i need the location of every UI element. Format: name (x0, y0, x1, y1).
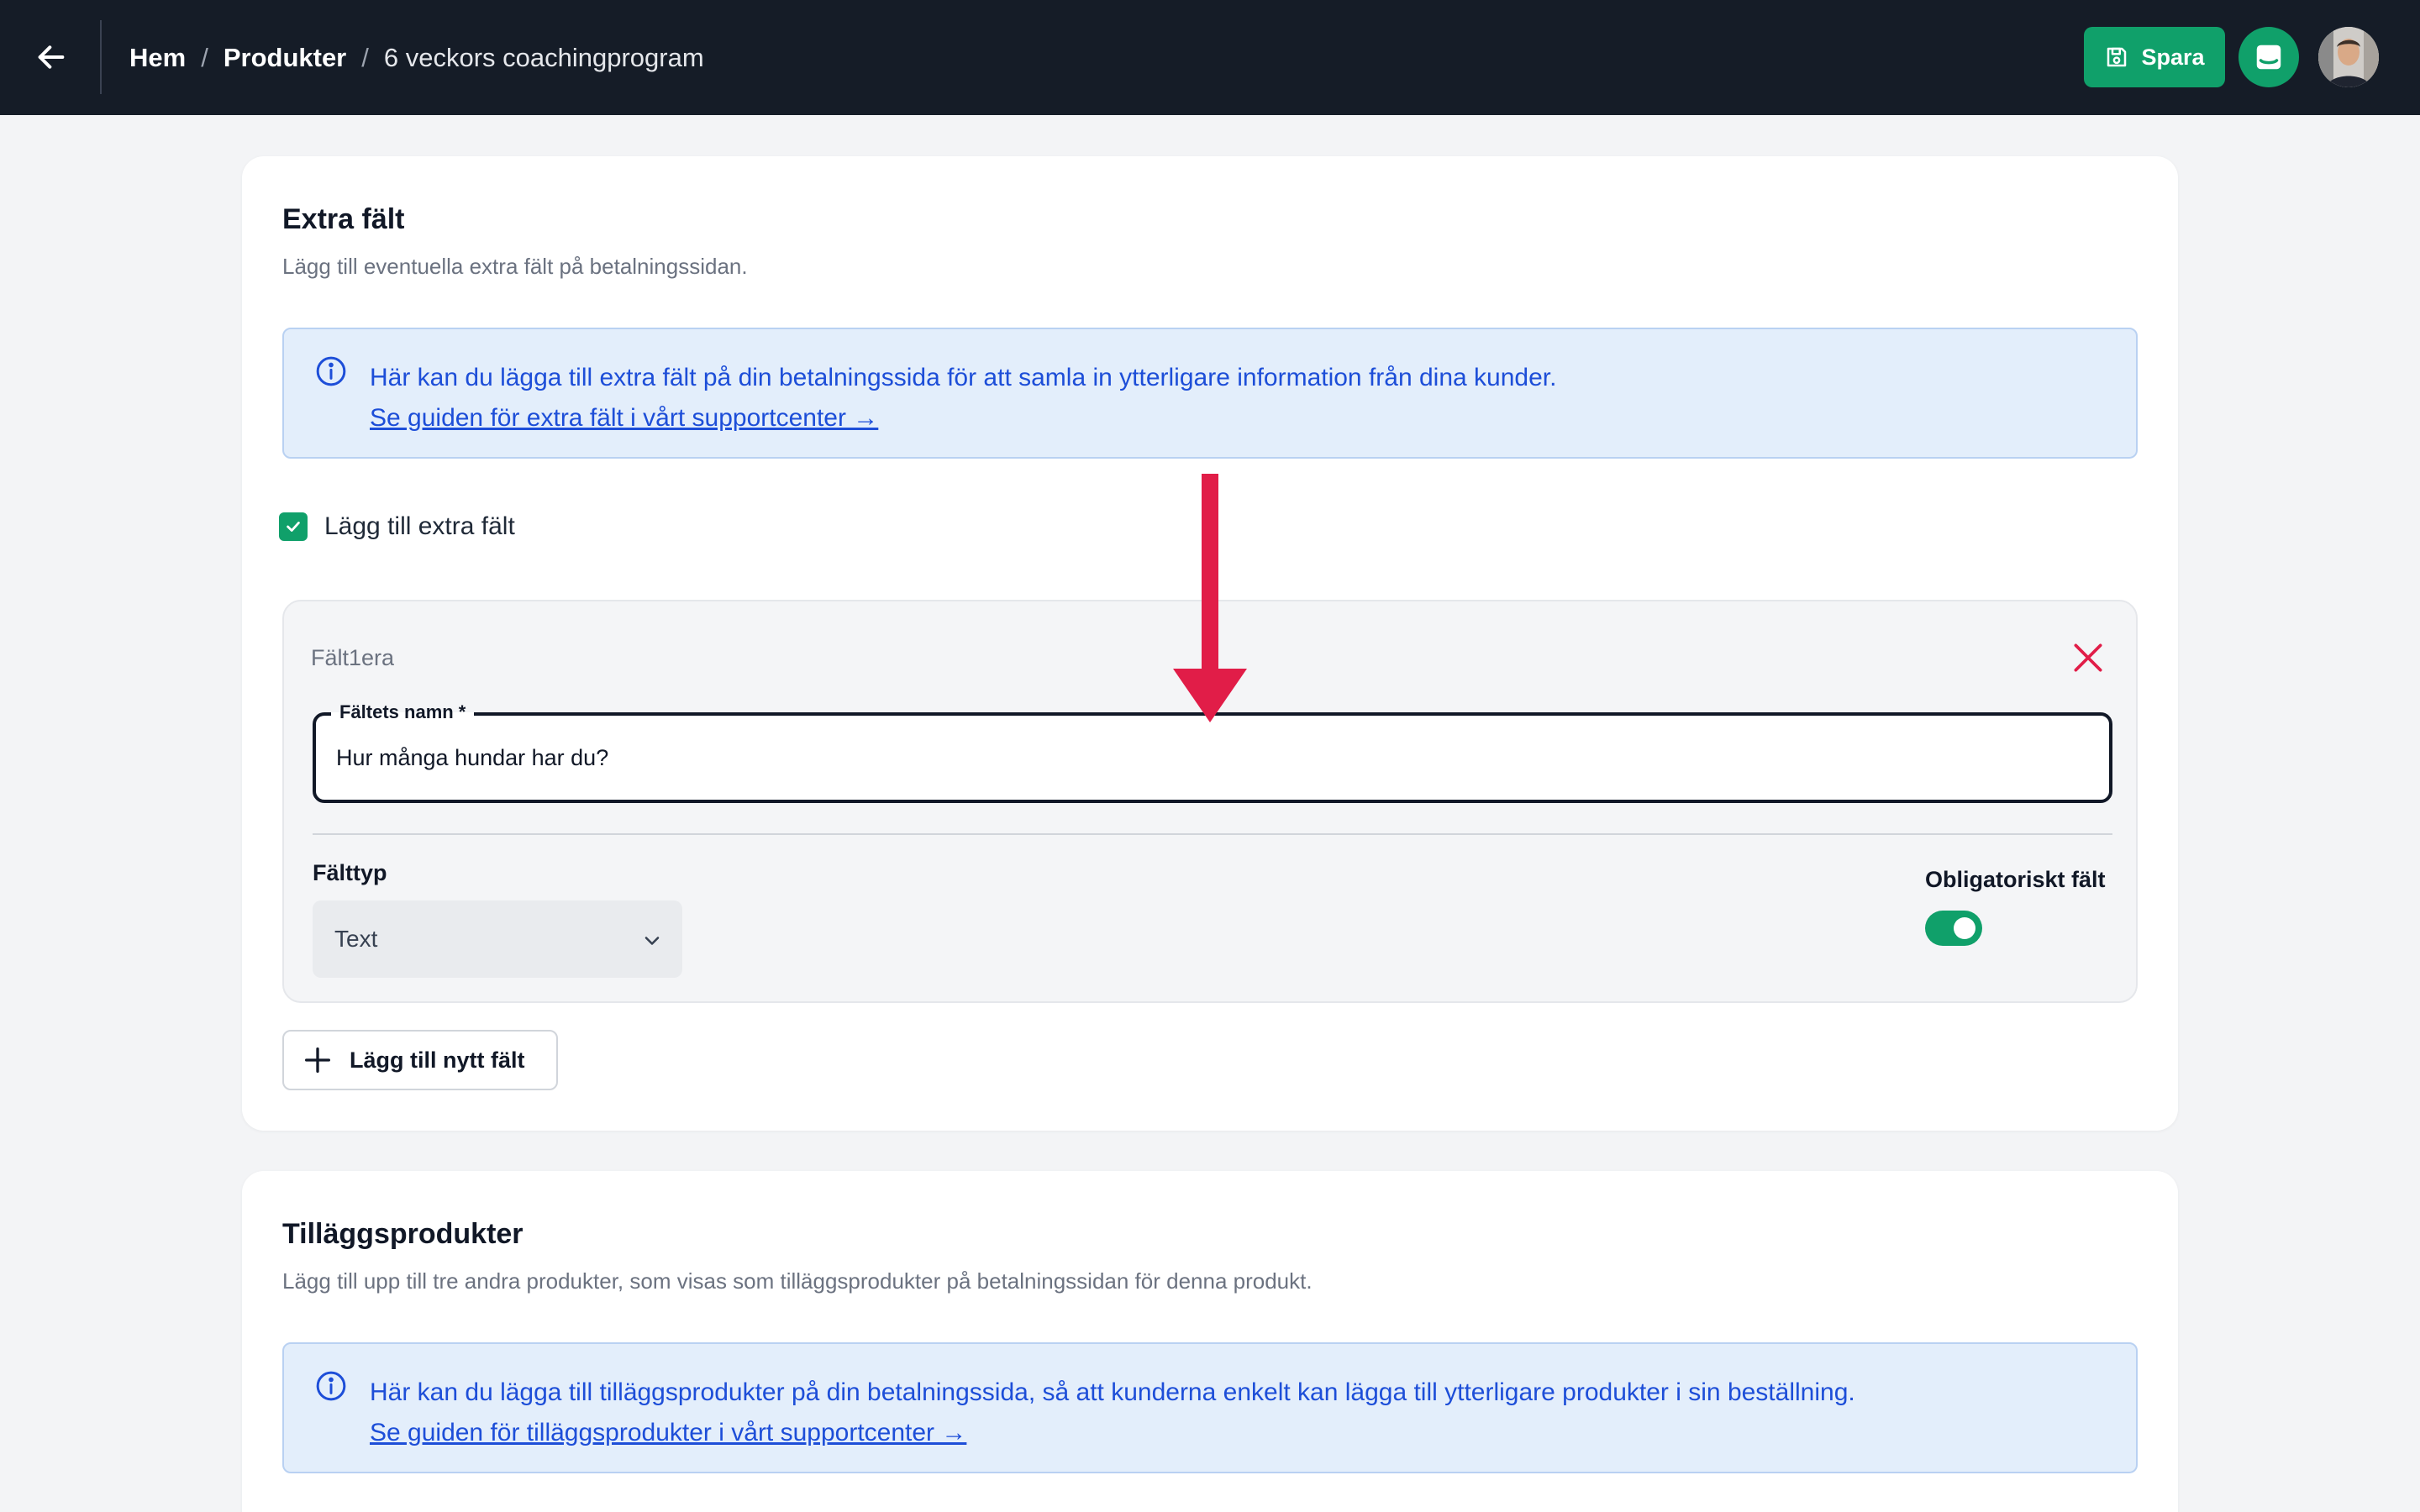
addon-products-title: Tilläggsprodukter (282, 1218, 523, 1250)
top-bar: Hem / Produkter / 6 veckors coachingprog… (0, 0, 2420, 115)
breadcrumb-products[interactable]: Produkter (224, 43, 346, 73)
extra-fields-title: Extra fält (282, 203, 405, 235)
arrow-left-icon (38, 45, 65, 69)
info-icon (316, 356, 346, 386)
field-name-input-wrapper: Fältets namn * (313, 701, 2112, 803)
field-type-select[interactable]: Text (313, 900, 682, 978)
extra-fields-info-box: Här kan du lägga till extra fält på din … (282, 328, 2138, 459)
topbar-divider (100, 20, 102, 94)
extra-fields-subtitle: Lägg till eventuella extra fält på betal… (282, 254, 748, 279)
addon-products-info-box: Här kan du lägga till tilläggsprodukter … (282, 1342, 2138, 1473)
panel-divider (313, 833, 2112, 835)
add-extra-fields-label: Lägg till extra fält (324, 512, 515, 540)
add-new-field-button[interactable]: Lägg till nytt fält (282, 1030, 558, 1090)
add-extra-fields-checkbox-row[interactable]: Lägg till extra fält (279, 512, 515, 541)
save-button-label: Spara (2141, 44, 2205, 70)
breadcrumb: Hem / Produkter / 6 veckors coachingprog… (129, 0, 704, 115)
plus-icon (305, 1047, 330, 1073)
breadcrumb-home[interactable]: Hem (129, 43, 186, 73)
required-field-label: Obligatoriskt fält (1925, 867, 2106, 892)
save-button[interactable]: Spara (2084, 27, 2225, 87)
inbox-icon (2256, 45, 2281, 70)
extra-fields-info-text: Här kan du lägga till extra fält på din … (370, 364, 1557, 391)
field-name-input[interactable] (336, 739, 2092, 776)
info-icon (316, 1371, 346, 1401)
field-panel-title: Fält1era (311, 645, 395, 670)
extra-fields-card: Extra fält Lägg till eventuella extra fä… (242, 156, 2178, 1131)
field-type-value: Text (334, 926, 378, 952)
extra-fields-guide-link[interactable]: Se guiden för extra fält i vårt supportc… (370, 398, 1556, 438)
chevron-down-icon (644, 937, 660, 945)
addon-products-info-text: Här kan du lägga till tilläggsprodukter … (370, 1378, 1855, 1406)
addon-products-info-text-block: Här kan du lägga till tilläggsprodukter … (370, 1373, 1855, 1453)
field-name-label: Fältets namn * (331, 701, 475, 723)
breadcrumb-separator: / (201, 42, 208, 72)
user-avatar-icon (2318, 27, 2379, 87)
breadcrumb-current: 6 veckors coachingprogram (383, 42, 704, 72)
breadcrumb-separator: / (361, 42, 369, 72)
toggle-knob (1954, 917, 1975, 939)
field-type-label: Fälttyp (313, 860, 387, 885)
floppy-disk-icon (2107, 47, 2127, 67)
inbox-button[interactable] (2238, 27, 2299, 87)
add-extra-fields-checkbox[interactable] (279, 512, 308, 541)
required-field-toggle[interactable] (1925, 911, 1982, 946)
addon-products-guide-link[interactable]: Se guiden för tilläggsprodukter i vårt s… (370, 1413, 1855, 1453)
addon-products-card: Tilläggsprodukter Lägg till upp till tre… (242, 1171, 2178, 1512)
addon-products-subtitle: Lägg till upp till tre andra produkter, … (282, 1268, 1313, 1294)
close-icon (2074, 643, 2102, 672)
extra-field-panel: Fält1era Fältets namn * Fälttyp Text Obl… (282, 600, 2138, 1003)
extra-fields-info-text-block: Här kan du lägga till extra fält på din … (370, 358, 1556, 438)
remove-field-button[interactable] (2062, 632, 2114, 684)
checkmark-icon (287, 522, 300, 532)
avatar[interactable] (2318, 27, 2379, 87)
back-button[interactable] (24, 25, 79, 89)
add-new-field-label: Lägg till nytt fält (350, 1047, 525, 1073)
